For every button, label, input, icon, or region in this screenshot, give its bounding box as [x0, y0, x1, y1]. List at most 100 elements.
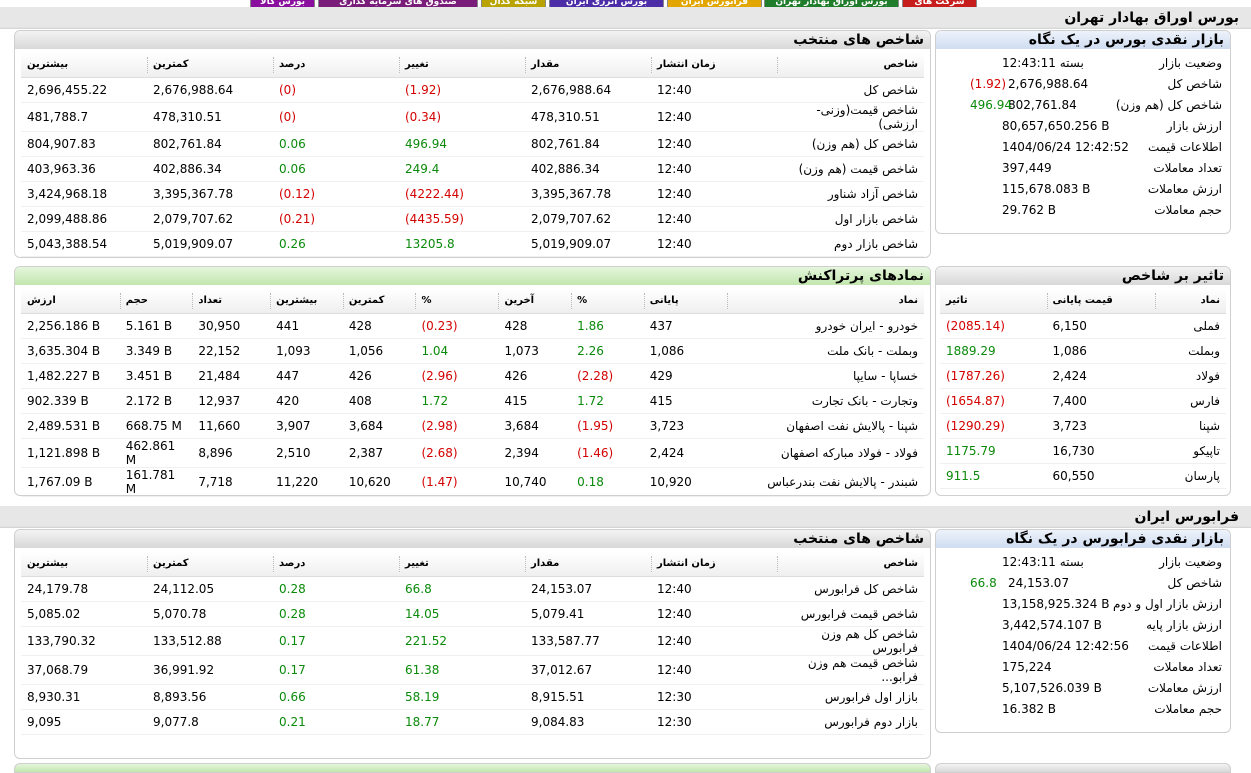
table-row[interactable]: پارسان 60,550 911.5	[940, 463, 1226, 489]
column-header[interactable]: مقدار	[525, 552, 651, 577]
cell-impact: (1654.87)	[940, 388, 1047, 414]
cell-pct: (0)	[273, 77, 399, 103]
table-row[interactable]: شبندر - پالایش نفت بندرعباس 10,920 0.18 10,…	[21, 467, 924, 497]
column-header[interactable]: پایانی	[643, 289, 727, 314]
column-header[interactable]: شاخص	[777, 53, 924, 78]
table-row[interactable]: خودرو - ایران خودرو 437 1.86 428 (0.23) 428 44…	[21, 313, 924, 339]
cell-val: 3,635.304 B	[21, 338, 120, 364]
cell-count: 21,484	[192, 363, 271, 389]
column-header[interactable]: درصد	[273, 552, 399, 577]
table-row[interactable]: شاخص کل فرابورس 12:40 24,153.07 66.8 0.28 24,…	[21, 576, 924, 602]
cell-max: 3,424,968.18	[21, 181, 147, 207]
column-header[interactable]: نماد	[1155, 289, 1226, 314]
table-row[interactable]: فارس 7,400 (1654.87)	[940, 388, 1226, 414]
table-row[interactable]: شاخص قیمت فرابورس 12:40 5,079.41 14.05 0.28 5…	[21, 601, 924, 627]
column-header[interactable]: %	[415, 289, 499, 314]
cell-name[interactable]: خساپا - سایپا	[726, 363, 924, 389]
cell-close: 1,086	[1046, 338, 1155, 364]
table-row[interactable]: تاپیکو 16,730 1175.79	[940, 438, 1226, 464]
cell-last: 10,740	[498, 467, 572, 497]
cell-max: 24,179.78	[21, 576, 147, 602]
column-header[interactable]: زمان انتشار	[651, 53, 777, 78]
table-row[interactable]: شاخص قیمت (هم وزن) 12:40 402,886.34 249.4 0.…	[21, 156, 924, 182]
table-row[interactable]: وبملت 1,086 1889.29	[940, 338, 1226, 364]
table-row[interactable]: شپنا - پالایش نفت اصفهان 3,723 (1.95) 3,684…	[21, 413, 924, 439]
cell-lpct: (2.98)	[415, 413, 499, 439]
cell-name[interactable]: وبملت - بانک ملت	[726, 338, 924, 364]
cell-val: 1,121.898 B	[21, 438, 120, 468]
cell-last: 415	[498, 388, 572, 414]
table-row[interactable]: شاخص قیمت هم وزن فرابو... 12:40 37,012.67 6…	[21, 655, 924, 685]
cell-pct: 0.66	[273, 684, 399, 710]
cell-symbol[interactable]: فولاد	[1155, 363, 1226, 389]
cell-last: 428	[498, 313, 572, 339]
cell-name: بازار دوم فرابورس	[777, 709, 924, 735]
overview-label: ارزش معاملات	[1147, 182, 1222, 196]
cell-name[interactable]: شپنا - پالایش نفت اصفهان	[726, 413, 924, 439]
column-header[interactable]: آخرین	[498, 289, 572, 314]
cell-close: 1,086	[643, 338, 727, 364]
column-header[interactable]: کمترین	[147, 53, 273, 78]
column-header[interactable]: حجم	[119, 289, 193, 314]
table-row[interactable]: فولاد - فولاد مبارکه اصفهان 2,424 (1.46) 2,…	[21, 438, 924, 468]
cell-max: 2,099,488.86	[21, 206, 147, 232]
cell-symbol[interactable]: پارسان	[1155, 463, 1226, 489]
table-row[interactable]: شپنا 3,723 (1290.29)	[940, 413, 1226, 439]
table-row[interactable]: وتجارت - بانک تجارت 415 1.72 415 1.72 408 420 1…	[21, 388, 924, 414]
cell-symbol[interactable]: فملی	[1155, 313, 1226, 339]
table-row[interactable]: فولاد 2,424 (1787.26)	[940, 363, 1226, 389]
column-header[interactable]: درصد	[273, 53, 399, 78]
column-header[interactable]: بیشترین	[270, 289, 343, 314]
column-header[interactable]: مقدار	[525, 53, 651, 78]
header-row: نماد قیمت پایانی تاثیر	[940, 289, 1226, 314]
column-header[interactable]: کمترین	[147, 552, 273, 577]
table-row[interactable]: وبملت - بانک ملت 1,086 2.26 1,073 1.04 1,056 1…	[21, 338, 924, 364]
column-header[interactable]: %	[571, 289, 644, 314]
column-header[interactable]: زمان انتشار	[651, 552, 777, 577]
table-row[interactable]: شاخص کل (هم وزن) 12:40 802,761.84 496.94 0.0…	[21, 131, 924, 157]
table-row[interactable]: بازار اول فرابورس 12:30 8,915.51 58.19 0.66 8…	[21, 684, 924, 710]
table-row[interactable]: شاخص کل هم وزن فرابورس 12:40 133,587.77 221…	[21, 626, 924, 656]
cell-name[interactable]: وتجارت - بانک تجارت	[726, 388, 924, 414]
cell-last: 426	[498, 363, 572, 389]
cell-vol: 2.172 B	[119, 388, 193, 414]
cell-change: (4435.59)	[399, 206, 525, 232]
cell-value: 9,084.83	[525, 709, 651, 735]
cell-max: 2,510	[270, 438, 343, 468]
cell-name[interactable]: خودرو - ایران خودرو	[726, 313, 924, 339]
column-header[interactable]: کمترین	[342, 289, 416, 314]
column-header[interactable]: تعداد	[192, 289, 271, 314]
column-header[interactable]: بیشترین	[21, 552, 147, 577]
table-row[interactable]: شاخص قیمت(وزنی-ارزشی) 12:40 478,310.51 (0.3…	[21, 102, 924, 132]
column-header[interactable]: تغییر	[399, 552, 525, 577]
cell-pct: 0.28	[273, 576, 399, 602]
column-header[interactable]: تغییر	[399, 53, 525, 78]
overview-value: 5,107,526.039 B	[1002, 681, 1102, 695]
cell-val: 2,256.186 B	[21, 313, 120, 339]
cell-symbol[interactable]: وبملت	[1155, 338, 1226, 364]
table-row[interactable]: شاخص کل 12:40 2,676,988.64 (1.92) (0) 2,676,9…	[21, 77, 924, 103]
column-header[interactable]: شاخص	[777, 552, 924, 577]
table-row[interactable]: شاخص آزاد شناور 12:40 3,395,367.78 (4222.44…	[21, 181, 924, 207]
cell-symbol[interactable]: شپنا	[1155, 413, 1226, 439]
cell-name[interactable]: فولاد - فولاد مبارکه اصفهان	[726, 438, 924, 468]
cell-lpct: 1.72	[415, 388, 499, 414]
column-header[interactable]: نماد	[726, 289, 924, 314]
column-header[interactable]: بیشترین	[21, 53, 147, 78]
table-row[interactable]: شاخص بازار دوم 12:40 5,019,909.07 13205.8 0.…	[21, 231, 924, 257]
table-row[interactable]: خساپا - سایپا 429 (2.28) 426 (2.96) 426 447 21,…	[21, 363, 924, 389]
cell-symbol[interactable]: تاپیکو	[1155, 438, 1226, 464]
column-header[interactable]: ارزش	[21, 289, 120, 314]
table-row[interactable]: فملی 6,150 (2085.14)	[940, 313, 1226, 339]
table-row[interactable]: بازار دوم فرابورس 12:30 9,084.83 18.77 0.21 9…	[21, 709, 924, 735]
column-header[interactable]: تاثیر	[940, 289, 1047, 314]
cell-symbol[interactable]: فارس	[1155, 388, 1226, 414]
overview-row: شاخص کل (هم وزن) 802,761.84 496.94	[942, 95, 1222, 116]
column-header[interactable]: قیمت پایانی	[1046, 289, 1155, 314]
cell-name[interactable]: شبندر - پالایش نفت بندرعباس	[726, 467, 924, 497]
tse-impact-table: نماد قیمت پایانی تاثیر فملی 6,150 (2085.14) وب…	[940, 289, 1226, 489]
cell-value: 2,676,988.64	[525, 77, 651, 103]
table-row[interactable]: شاخص بازار اول 12:40 2,079,707.62 (4435.59)…	[21, 206, 924, 232]
cell-change: (0.34)	[399, 102, 525, 132]
overview-value: 175,224	[1002, 660, 1052, 674]
